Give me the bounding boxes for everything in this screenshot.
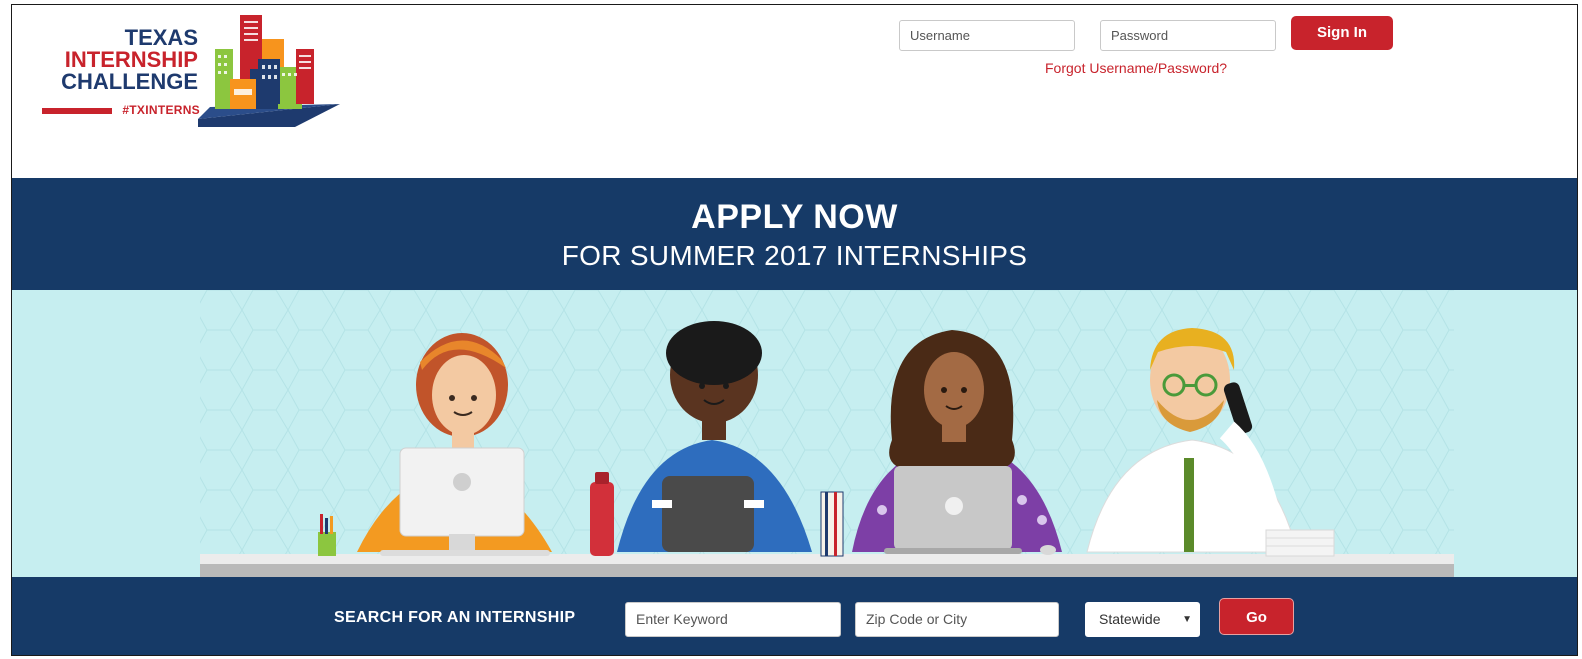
password-input[interactable]: Password bbox=[1100, 20, 1276, 51]
logo-wordmark: TEXAS INTERNSHIP CHALLENGE bbox=[61, 27, 198, 93]
chevron-down-icon: ▼ bbox=[1182, 614, 1192, 625]
logo-red-bar bbox=[42, 108, 112, 114]
hero-illustration bbox=[12, 290, 1577, 577]
logo-hashtag-text: #TXINTERNS bbox=[122, 103, 200, 117]
page-frame: TEXAS INTERNSHIP CHALLENGE #TXINTERNS Us… bbox=[11, 4, 1578, 656]
location-input[interactable]: Zip Code or City bbox=[855, 602, 1059, 637]
site-header: TEXAS INTERNSHIP CHALLENGE #TXINTERNS Us… bbox=[12, 5, 1577, 178]
sign-in-button[interactable]: Sign In bbox=[1291, 16, 1393, 50]
logo-line-texas: TEXAS bbox=[124, 25, 198, 50]
site-logo[interactable]: TEXAS INTERNSHIP CHALLENGE #TXINTERNS bbox=[40, 9, 340, 131]
banner-headline: APPLY NOW bbox=[691, 198, 898, 236]
keyword-input[interactable]: Enter Keyword bbox=[625, 602, 841, 637]
interns-illustration-icon bbox=[200, 290, 1454, 577]
internship-search-bar: SEARCH FOR AN INTERNSHIP Enter Keyword Z… bbox=[12, 577, 1577, 655]
logo-hashtag: #TXINTERNS bbox=[42, 103, 200, 117]
region-select-value: Statewide bbox=[1099, 611, 1161, 627]
go-button[interactable]: Go bbox=[1219, 598, 1294, 635]
forgot-credentials-link[interactable]: Forgot Username/Password? bbox=[1045, 60, 1227, 76]
username-input[interactable]: Username bbox=[899, 20, 1075, 51]
apply-banner: APPLY NOW FOR SUMMER 2017 INTERNSHIPS bbox=[12, 178, 1577, 290]
search-label: SEARCH FOR AN INTERNSHIP bbox=[334, 609, 576, 626]
banner-subheadline: FOR SUMMER 2017 INTERNSHIPS bbox=[561, 240, 1028, 271]
logo-line-internship: INTERNSHIP bbox=[64, 47, 198, 72]
region-select[interactable]: Statewide ▼ bbox=[1085, 602, 1200, 637]
logo-line-challenge: CHALLENGE bbox=[61, 69, 198, 94]
